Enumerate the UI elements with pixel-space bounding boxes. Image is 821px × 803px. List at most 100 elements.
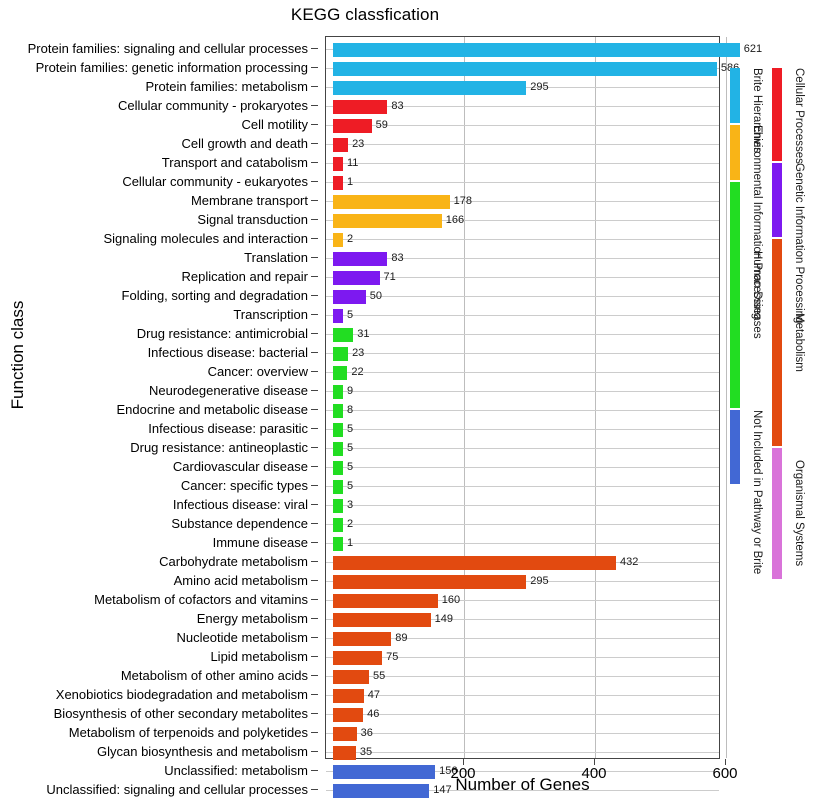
bar-row: 149 [326, 610, 719, 629]
bar[interactable] [333, 669, 370, 684]
category-label: Amino acid metabolism [173, 573, 308, 588]
bar-value-label: 22 [351, 366, 364, 378]
legend-label: Environmental Information Processing [751, 125, 763, 320]
category-tick [311, 580, 318, 581]
bar[interactable] [333, 80, 527, 95]
category-label: Cell motility [241, 117, 308, 132]
category-label: Transcription [233, 307, 308, 322]
bar-value-label: 1 [347, 537, 354, 549]
bar[interactable] [333, 498, 343, 513]
bar-value-label: 3 [347, 499, 354, 511]
bar[interactable] [333, 384, 343, 399]
category-tick [311, 314, 318, 315]
bar-value-label: 178 [453, 195, 472, 207]
category-label: Cellular community - eukaryotes [122, 174, 308, 189]
bar[interactable] [333, 308, 343, 323]
bar[interactable] [333, 61, 717, 76]
bar[interactable] [333, 593, 438, 608]
bar[interactable] [333, 612, 431, 627]
bar[interactable] [333, 156, 343, 171]
row-gridline [326, 353, 719, 354]
category-tick [311, 732, 318, 733]
category-label: Cancer: specific types [180, 478, 308, 493]
bar[interactable] [333, 631, 392, 646]
bar[interactable] [333, 650, 383, 665]
bar[interactable] [333, 555, 616, 570]
category-label: Lipid metabolism [210, 649, 308, 664]
bar[interactable] [333, 213, 442, 228]
category-label: Protein families: genetic information pr… [35, 60, 308, 75]
bar[interactable] [333, 194, 450, 209]
bar-row: 59 [326, 116, 719, 135]
bar-row: 31 [326, 325, 719, 344]
category-label: Infectious disease: viral [172, 497, 308, 512]
bar[interactable] [333, 137, 349, 152]
bar-row: 178 [326, 192, 719, 211]
bar[interactable] [333, 574, 527, 589]
category-label: Endocrine and metabolic disease [116, 402, 308, 417]
category-tick [311, 276, 318, 277]
bar-row: 89 [326, 629, 719, 648]
bar[interactable] [333, 232, 343, 247]
bar[interactable] [333, 365, 348, 380]
bar[interactable] [333, 42, 740, 57]
category-label: Drug resistance: antimicrobial [136, 326, 308, 341]
category-label: Energy metabolism [196, 611, 308, 626]
bar[interactable] [333, 175, 343, 190]
category-label: Biosynthesis of other secondary metaboli… [53, 706, 308, 721]
row-gridline [326, 524, 719, 525]
bar[interactable] [333, 441, 343, 456]
category-label: Replication and repair [181, 269, 308, 284]
bar[interactable] [333, 536, 343, 551]
bar[interactable] [333, 251, 388, 266]
bar-row: 46 [326, 705, 719, 724]
bar-value-label: 5 [347, 442, 354, 454]
bar[interactable] [333, 270, 380, 285]
bar-row: 71 [326, 268, 719, 287]
category-label: Drug resistance: antineoplastic [130, 440, 308, 455]
bar-row: 11 [326, 154, 719, 173]
bar-value-label: 160 [441, 594, 461, 606]
bar-value-label: 5 [347, 480, 354, 492]
bar[interactable] [333, 745, 356, 760]
bar[interactable] [333, 118, 372, 133]
bar[interactable] [333, 460, 343, 475]
category-label: Signal transduction [197, 212, 308, 227]
bar[interactable] [333, 403, 343, 418]
bar-value-label: 23 [352, 347, 365, 359]
bar[interactable] [333, 99, 388, 114]
category-label: Membrane transport [190, 193, 308, 208]
row-gridline [326, 372, 719, 373]
bar-row: 75 [326, 648, 719, 667]
category-axis-labels: Protein families: signaling and cellular… [0, 36, 318, 803]
bar[interactable] [333, 422, 343, 437]
bar[interactable] [333, 707, 364, 722]
bar[interactable] [333, 688, 364, 703]
legend-label: Brite Hierarchies [751, 68, 763, 153]
category-tick [311, 485, 318, 486]
category-tick [311, 162, 318, 163]
row-gridline [326, 144, 719, 145]
category-label: Unclassified: signaling and cellular pro… [46, 782, 308, 797]
bar[interactable] [333, 726, 357, 741]
bar-row: 2 [326, 515, 719, 534]
bar-value-label: 432 [619, 556, 639, 568]
bar[interactable] [333, 517, 343, 532]
bar-value-label: 9 [347, 385, 354, 397]
category-tick [311, 86, 318, 87]
category-label: Transport and catabolism [161, 155, 308, 170]
bar[interactable] [333, 479, 343, 494]
legend-label: Human Diseases [751, 251, 763, 339]
category-label: Translation [244, 250, 308, 265]
row-gridline [326, 543, 719, 544]
bar[interactable] [333, 346, 349, 361]
category-label: Metabolism of cofactors and vitamins [94, 592, 308, 607]
bar[interactable] [333, 327, 354, 342]
row-gridline [326, 296, 719, 297]
legend-swatch [772, 163, 782, 237]
category-tick [311, 67, 318, 68]
bar-row: 36 [326, 724, 719, 743]
bar-row: 23 [326, 344, 719, 363]
bar[interactable] [333, 289, 366, 304]
legend-label: Organismal Systems [793, 460, 805, 567]
